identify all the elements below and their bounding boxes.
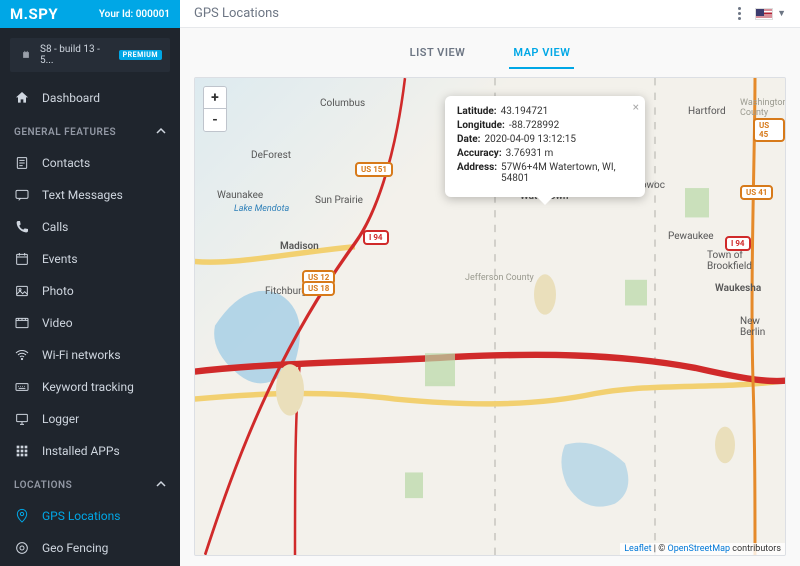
map-label-jefferson: Jefferson County bbox=[465, 273, 534, 283]
sidebar-item-label: Wi-Fi networks bbox=[42, 348, 121, 362]
sidebar-item-label: Calls bbox=[42, 220, 68, 234]
language-selector[interactable]: ▼ bbox=[755, 8, 786, 20]
close-icon[interactable]: × bbox=[633, 100, 639, 114]
main: GPS Locations ▼ LIST VIEW MAP VIEW bbox=[180, 0, 800, 566]
calendar-icon bbox=[14, 251, 30, 267]
message-icon bbox=[14, 187, 30, 203]
map-label-columbus: Columbus bbox=[320, 98, 365, 109]
sidebar-item-installed-apps[interactable]: Installed APPs bbox=[0, 435, 180, 467]
monitor-icon bbox=[14, 411, 30, 427]
wifi-icon bbox=[14, 347, 30, 363]
sidebar-item-wifi[interactable]: Wi-Fi networks bbox=[0, 339, 180, 371]
view-tabs: LIST VIEW MAP VIEW bbox=[194, 38, 786, 69]
sidebar-item-geo-fencing[interactable]: Geo Fencing bbox=[0, 532, 180, 564]
sidebar-header: M.SPY Your Id: 000001 bbox=[0, 0, 180, 28]
sidebar-item-gps-locations[interactable]: GPS Locations bbox=[0, 500, 180, 532]
logo: M.SPY bbox=[10, 5, 58, 23]
more-menu-icon[interactable] bbox=[734, 3, 745, 24]
map-label-madison: Madison bbox=[280, 241, 319, 252]
map-label-deforest: DeForest bbox=[251, 150, 291, 161]
premium-badge: PREMIUM bbox=[119, 50, 162, 60]
sidebar-item-photo[interactable]: Photo bbox=[0, 275, 180, 307]
device-name: S8 - build 13 - 5... bbox=[40, 44, 113, 66]
map-label-hartford: Hartford bbox=[688, 106, 726, 117]
shield-i94: I 94 bbox=[725, 236, 751, 251]
image-icon bbox=[14, 283, 30, 299]
map-label-sun-prairie: Sun Prairie bbox=[315, 195, 363, 206]
section-locations[interactable]: LOCATIONS bbox=[0, 467, 180, 500]
sidebar-item-label: Geo Fencing bbox=[42, 541, 108, 555]
map-container: Madison Sun Prairie Waunakee Fitchburg D… bbox=[194, 77, 786, 556]
sidebar-item-label: Installed APPs bbox=[42, 444, 120, 458]
sidebar-item-events[interactable]: Events bbox=[0, 243, 180, 275]
home-icon bbox=[14, 90, 30, 106]
location-popup: × Latitude:43.194721 Longitude:-88.72899… bbox=[445, 96, 645, 197]
grid-icon bbox=[14, 443, 30, 459]
popup-accuracy: 3.76931 m bbox=[506, 148, 554, 159]
section-general-features[interactable]: GENERAL FEATURES bbox=[0, 114, 180, 147]
sidebar-item-video[interactable]: Video bbox=[0, 307, 180, 339]
shield-us18: US 18 bbox=[302, 281, 335, 296]
keyboard-icon bbox=[14, 379, 30, 395]
sidebar-item-label: Keyword tracking bbox=[42, 380, 134, 394]
us-flag-icon bbox=[755, 8, 773, 20]
popup-latitude: 43.194721 bbox=[501, 106, 549, 117]
page-title: GPS Locations bbox=[194, 6, 279, 21]
map-label-lake-mendota: Lake Mendota bbox=[234, 204, 289, 214]
map-attribution: Leaflet | © OpenStreetMap contributors bbox=[620, 543, 785, 555]
chevron-down-icon: ▼ bbox=[777, 8, 786, 19]
sidebar-item-calls[interactable]: Calls bbox=[0, 211, 180, 243]
zoom-out-button[interactable]: - bbox=[204, 109, 226, 131]
sidebar-item-label: Video bbox=[42, 316, 73, 330]
shield-us45: US 45 bbox=[753, 118, 785, 142]
chevron-up-icon bbox=[156, 126, 166, 139]
sidebar-item-label: GPS Locations bbox=[42, 509, 120, 523]
sidebar-item-contacts[interactable]: Contacts bbox=[0, 147, 180, 179]
topbar: GPS Locations ▼ bbox=[180, 0, 800, 28]
zoom-in-button[interactable]: + bbox=[204, 87, 226, 109]
map-label-waukesha: Waukesha bbox=[715, 283, 761, 294]
map-label-new-berlin: New Berlin bbox=[740, 316, 785, 338]
popup-date: 2020-04-09 13:12:15 bbox=[484, 134, 576, 145]
clipboard-icon bbox=[14, 155, 30, 171]
map-label-pewaukee: Pewaukee bbox=[668, 231, 714, 242]
android-icon bbox=[18, 47, 34, 63]
tab-map-view[interactable]: MAP VIEW bbox=[509, 38, 574, 69]
leaflet-link[interactable]: Leaflet bbox=[624, 544, 651, 554]
sidebar-item-label: Contacts bbox=[42, 156, 90, 170]
user-id: Your Id: 000001 bbox=[99, 9, 170, 20]
phone-icon bbox=[14, 219, 30, 235]
logo-text: M.SPY bbox=[10, 5, 58, 23]
sidebar: M.SPY Your Id: 000001 S8 - build 13 - 5.… bbox=[0, 0, 180, 566]
film-icon bbox=[14, 315, 30, 331]
sidebar-item-keyword-tracking[interactable]: Keyword tracking bbox=[0, 371, 180, 403]
sidebar-item-label: Logger bbox=[42, 412, 79, 426]
sidebar-item-label: Text Messages bbox=[42, 188, 123, 202]
map-label-brookfield: Town of Brookfield bbox=[707, 250, 785, 272]
chevron-up-icon bbox=[156, 479, 166, 492]
shield-us41: US 41 bbox=[740, 185, 773, 200]
map-label-waunakee: Waunakee bbox=[217, 190, 263, 201]
device-selector[interactable]: S8 - build 13 - 5... PREMIUM bbox=[10, 38, 170, 72]
target-icon bbox=[14, 540, 30, 556]
popup-longitude: -88.728992 bbox=[509, 120, 559, 131]
map[interactable]: Madison Sun Prairie Waunakee Fitchburg D… bbox=[195, 78, 785, 555]
pin-icon bbox=[14, 508, 30, 524]
dashboard-label: Dashboard bbox=[42, 91, 100, 105]
map-label-washington: Washington County bbox=[740, 98, 786, 118]
sidebar-item-label: Photo bbox=[42, 284, 74, 298]
zoom-controls: + - bbox=[203, 86, 227, 132]
map-label-fitchburg: Fitchburg bbox=[265, 286, 307, 297]
sidebar-item-logger[interactable]: Logger bbox=[0, 403, 180, 435]
osm-link[interactable]: OpenStreetMap bbox=[668, 544, 731, 554]
shield-us151: US 151 bbox=[355, 162, 393, 177]
sidebar-item-text-messages[interactable]: Text Messages bbox=[0, 179, 180, 211]
sidebar-item-label: Events bbox=[42, 252, 78, 266]
shield-i94: I 94 bbox=[363, 230, 389, 245]
tab-list-view[interactable]: LIST VIEW bbox=[406, 38, 470, 69]
popup-address: 57W6+4M Watertown, WI, 54801 bbox=[501, 162, 633, 184]
sidebar-item-dashboard[interactable]: Dashboard bbox=[0, 82, 180, 114]
